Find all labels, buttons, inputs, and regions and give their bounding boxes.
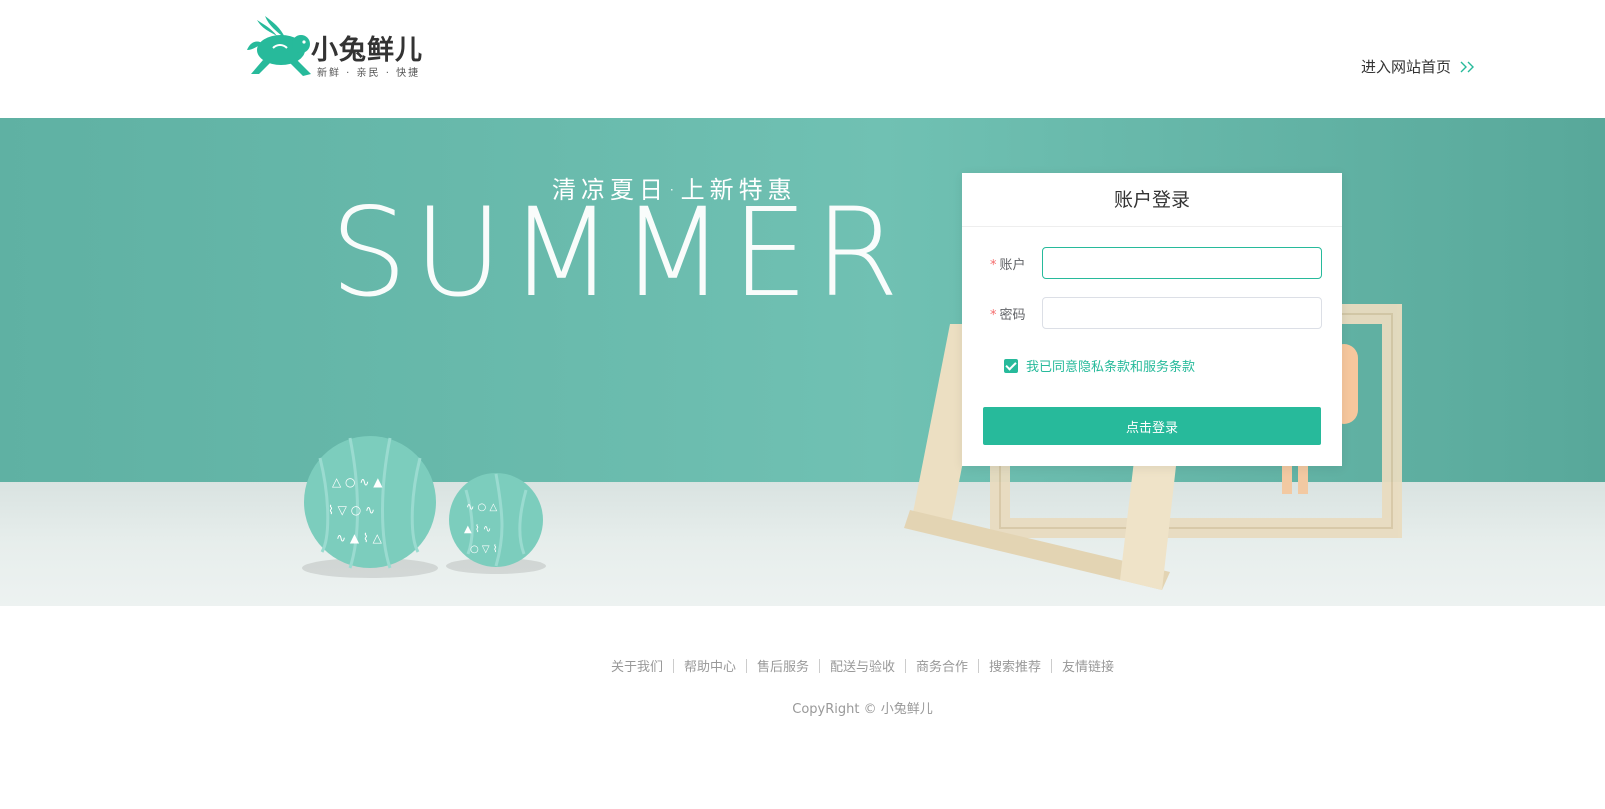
account-input[interactable]: [1042, 247, 1322, 279]
account-label: * 账户: [990, 258, 1026, 273]
footer-links: 关于我们 帮助中心 售后服务 配送与验收 商务合作 搜索推荐 友情链接: [0, 656, 1605, 675]
site-header: 小兔鲜儿 新鲜 · 亲民 · 快捷 进入网站首页: [0, 0, 1605, 118]
summer-banner: △ ○ ∿ ▲ ⌇ ▽ ○ ∿ ∿ ▲ ⌇ △ ∿ ○ △ ▲ ⌇ ∿ ○ ▽ …: [0, 118, 1605, 606]
agree-terms[interactable]: 我已同意隐私条款和服务条款: [1004, 356, 1195, 375]
agree-terms-label: 我已同意隐私条款和服务条款: [1026, 360, 1196, 375]
footer-link-after-sales[interactable]: 售后服务: [747, 656, 819, 675]
login-title: 账户登录: [962, 173, 1342, 227]
svg-text:○ ▽ ⌇: ○ ▽ ⌇: [470, 544, 498, 555]
agree-checkbox[interactable]: [1004, 358, 1018, 373]
svg-text:⌇ ▽ ○ ∿: ⌇ ▽ ○ ∿: [328, 503, 375, 517]
patterned-ball-small: ∿ ○ △ ▲ ⌇ ∿ ○ ▽ ⌇: [446, 473, 546, 574]
account-row: * 账户: [962, 247, 1342, 279]
rabbit-logo-icon: [247, 16, 311, 76]
brand-name: 小兔鲜儿: [311, 35, 423, 66]
copyright: CopyRight © 小兔鲜儿: [792, 702, 933, 717]
banner-title: SUMMER: [330, 182, 906, 324]
footer-link-business[interactable]: 商务合作: [906, 656, 978, 675]
password-label: * 密码: [990, 308, 1026, 323]
footer-link-search[interactable]: 搜索推荐: [979, 656, 1051, 675]
enter-homepage-link[interactable]: 进入网站首页: [1361, 56, 1477, 77]
brand-logo[interactable]: 小兔鲜儿 新鲜 · 亲民 · 快捷: [243, 8, 443, 80]
svg-text:∿ ○ △: ∿ ○ △: [466, 502, 497, 513]
password-row: * 密码: [962, 297, 1342, 329]
svg-text:∿ ▲ ⌇ △: ∿ ▲ ⌇ △: [336, 531, 383, 545]
svg-text:▲ ⌇ ∿: ▲ ⌇ ∿: [464, 524, 491, 535]
footer-link-friends[interactable]: 友情链接: [1052, 656, 1124, 675]
patterned-ball-large: △ ○ ∿ ▲ ⌇ ▽ ○ ∿ ∿ ▲ ⌇ △: [302, 436, 438, 578]
login-card: 账户登录 * 账户 * 密码 我已同意隐私条款和服务条款 点击登录: [962, 173, 1342, 466]
required-mark: *: [990, 308, 997, 323]
required-mark: *: [990, 258, 997, 273]
double-chevron-right-icon: [1460, 61, 1475, 72]
password-input[interactable]: [1042, 297, 1322, 329]
enter-homepage-label: 进入网站首页: [1361, 58, 1452, 76]
svg-text:△ ○ ∿ ▲: △ ○ ∿ ▲: [332, 475, 383, 489]
login-button[interactable]: 点击登录: [983, 407, 1321, 445]
footer-link-about[interactable]: 关于我们: [601, 656, 673, 675]
footer-link-delivery[interactable]: 配送与验收: [820, 656, 905, 675]
footer-link-help[interactable]: 帮助中心: [674, 656, 746, 675]
brand-slogan: 新鲜 · 亲民 · 快捷: [317, 68, 421, 79]
